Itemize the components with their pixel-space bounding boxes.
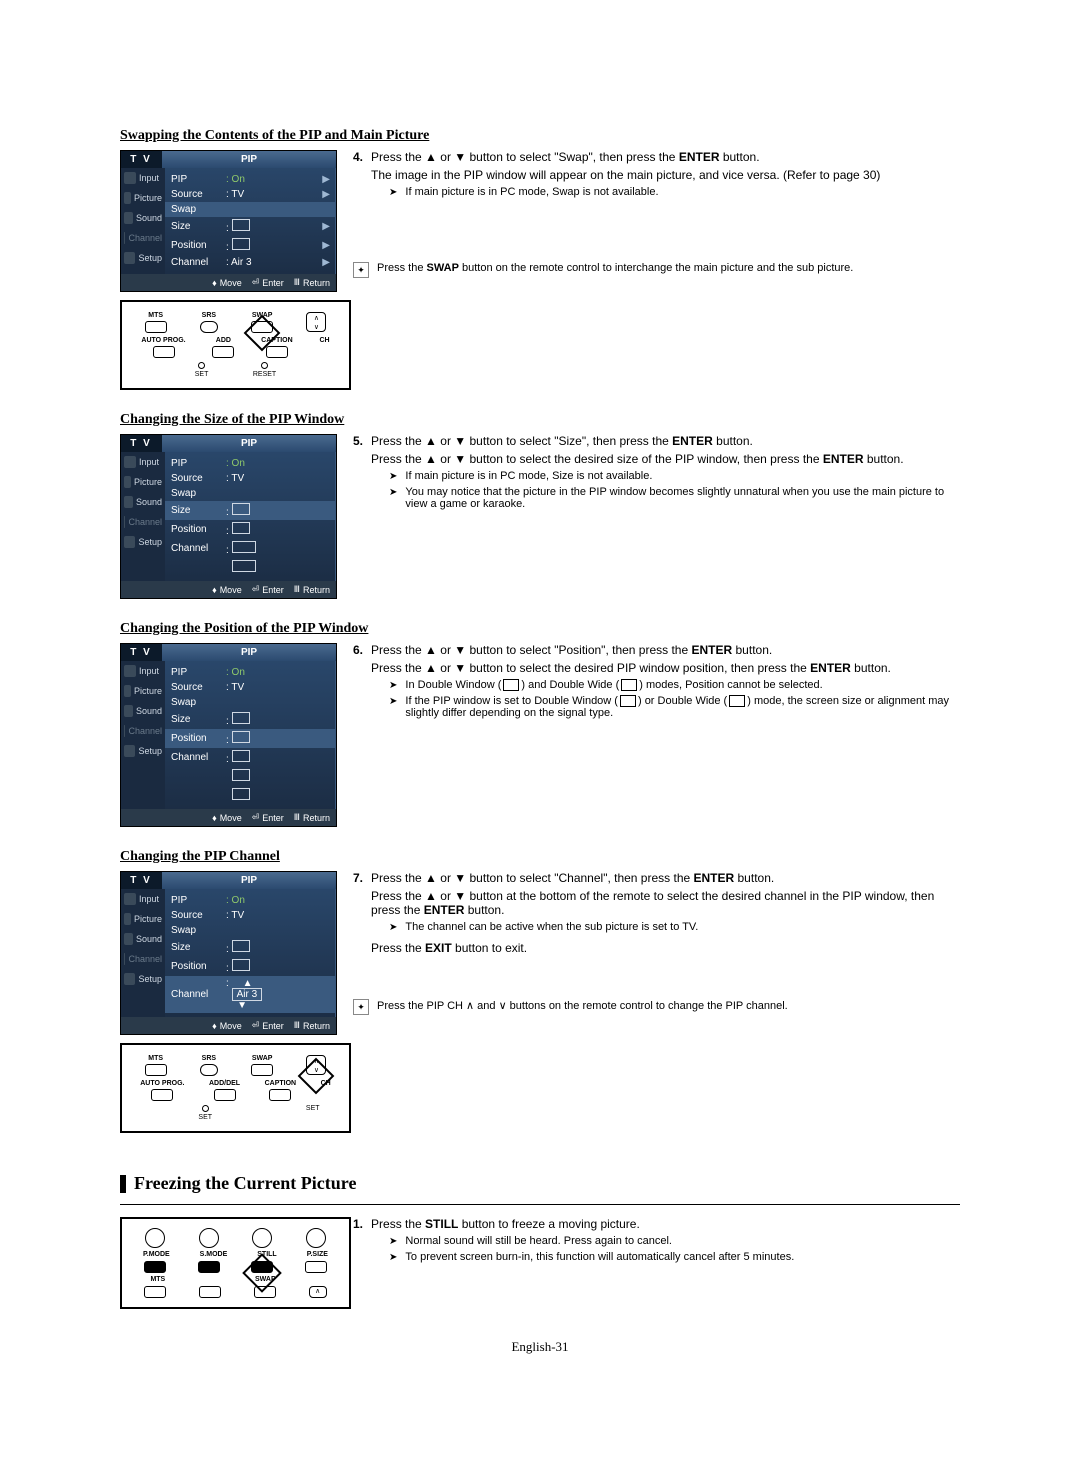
heading-channel: Changing the PIP Channel [120, 849, 960, 865]
double-window-icon [503, 679, 519, 691]
osd-swap: T V PIP Input Picture Sound Channel Setu… [120, 150, 337, 292]
note-arrow-icon [389, 186, 397, 198]
osd-sidebar: Input Picture Sound Channel Setup [121, 168, 165, 274]
step4-num: 4. [353, 150, 363, 202]
remote-swap-button: SWAP [251, 312, 273, 333]
block-swap: T V PIP Input Picture Sound Channel Setu… [120, 150, 960, 390]
right-col-swap: 4. Press the or button to select "Swap",… [353, 150, 960, 390]
remote-pipch-button: ∧∨ [306, 1055, 326, 1075]
block-size: T VPIP Input Picture Sound Channel Setup… [120, 434, 960, 599]
feature-heading-freeze: Freezing the Current Picture [120, 1173, 960, 1194]
heading-position: Changing the Position of the PIP Window [120, 621, 960, 637]
remote-snippet-swap: MTS SRS SWAP ∧∨ AUTO PROG. ADD CAPTION C… [120, 300, 351, 390]
osd-footer: ♦Move ⏎Enter ⅢReturn [121, 274, 336, 291]
heading-swap: Swapping the Contents of the PIP and Mai… [120, 128, 960, 144]
up-icon [425, 150, 437, 164]
osd-size: T VPIP Input Picture Sound Channel Setup… [120, 434, 337, 599]
remote-still-button [251, 1261, 273, 1273]
remote-tip-icon: ✦ [353, 262, 369, 278]
osd-tv-label: T V [121, 151, 161, 168]
block-position: T VPIP Input Picture Sound Channel Setup… [120, 643, 960, 827]
osd-pip-label: PIP [161, 151, 336, 168]
osd-position: T VPIP Input Picture Sound Channel Setup… [120, 643, 337, 827]
step7-num: 7. [353, 871, 363, 959]
block-channel: T VPIP Input Picture Sound Channel Setup… [120, 871, 960, 1133]
remote-tip-icon: ✦ [353, 999, 369, 1015]
heading-size: Changing the Size of the PIP Window [120, 412, 960, 428]
osd-main: PIP: On▶ Source: TV▶ Swap Size: ▶ Positi… [165, 168, 336, 274]
heading-bar-icon [120, 1175, 126, 1193]
freeze-step1-num: 1. [353, 1217, 363, 1267]
page-footer: English-31 [120, 1339, 960, 1355]
remote-snippet-freeze: P.MODES.MODESTILLP.SIZE MTSSWAP ∧ [120, 1217, 351, 1309]
rule [120, 1204, 960, 1205]
left-col-swap: T V PIP Input Picture Sound Channel Setu… [120, 150, 335, 390]
step6-num: 6. [353, 643, 363, 723]
osd-channel: T VPIP Input Picture Sound Channel Setup… [120, 871, 337, 1035]
remote-snippet-channel: MTS SRS SWAP ∧∨ AUTO PROG. ADD/DEL CAPTI… [120, 1043, 351, 1133]
block-freeze: P.MODES.MODESTILLP.SIZE MTSSWAP ∧ 1. Pre… [120, 1217, 960, 1309]
down-icon [454, 150, 466, 164]
double-wide-icon [621, 679, 637, 691]
step5-num: 5. [353, 434, 363, 514]
